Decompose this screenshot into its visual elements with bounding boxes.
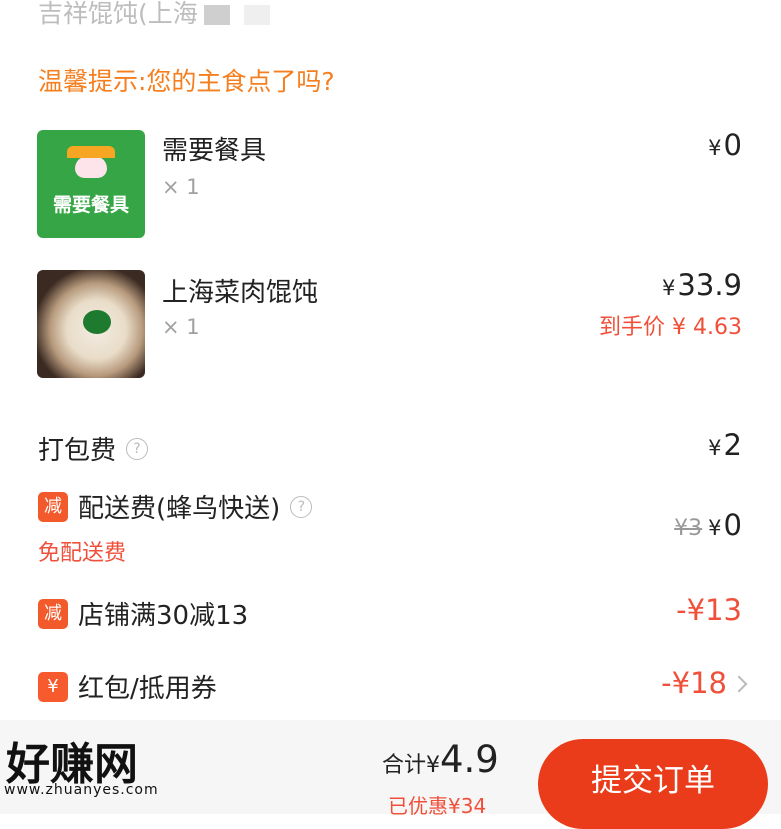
shop-name: 吉祥馄饨(上海: [38, 0, 270, 30]
help-icon[interactable]: ?: [290, 495, 313, 518]
store-discount-row: 减 店铺满30减13: [38, 595, 248, 632]
packing-fee-label: 打包费: [38, 436, 117, 466]
item-qty: × 1: [162, 175, 200, 199]
net-price: 到手价 ¥ 4.63: [599, 315, 742, 340]
item-price: ¥0: [708, 128, 742, 162]
mascot-icon: [67, 146, 115, 178]
watermark-url: www.zhuanyes.com: [4, 782, 159, 798]
redaction-mask: [243, 5, 270, 25]
red-packet-label: 红包/抵用券: [78, 674, 217, 704]
discount-badge-icon: 减: [38, 598, 68, 629]
redaction-mask: [203, 5, 230, 25]
tableware-image-label: 需要餐具: [52, 194, 129, 216]
delivery-fee-amount: ¥3 ¥0: [674, 508, 742, 542]
item-name: 需要餐具: [162, 136, 267, 166]
wonton-image: [37, 270, 145, 378]
delivery-fee-row: 减 配送费(蜂鸟快送) ?: [38, 488, 313, 525]
coupon-badge-icon: ¥: [38, 671, 68, 702]
total-amount: 4.9: [440, 738, 499, 781]
original-delivery-fee: ¥3: [674, 516, 703, 541]
saved-amount: 已优惠¥34: [388, 794, 487, 818]
item-price: ¥33.9: [662, 268, 742, 302]
tableware-image: 需要餐具: [37, 130, 145, 238]
submit-order-button[interactable]: 提交订单: [538, 739, 768, 829]
discount-badge-icon: 减: [38, 491, 68, 522]
order-total: 合计¥ 4.9: [382, 738, 499, 781]
delivery-fee-label: 配送费(蜂鸟快送): [78, 494, 281, 524]
red-packet-amount[interactable]: -¥18: [661, 666, 748, 700]
item-qty: × 1: [162, 315, 200, 339]
help-icon[interactable]: ?: [126, 437, 149, 460]
store-discount-label: 店铺满30减13: [78, 601, 249, 631]
free-delivery-note: 免配送费: [38, 541, 127, 566]
red-packet-row[interactable]: ¥ 红包/抵用券: [38, 668, 217, 705]
tip-text: 温馨提示:您的主食点了吗?: [38, 67, 335, 96]
item-name: 上海菜肉馄饨: [162, 278, 319, 308]
chevron-right-icon: [730, 675, 748, 693]
packing-fee-row: 打包费 ?: [38, 430, 149, 467]
garnish-icon: [83, 310, 111, 334]
store-discount-amount: -¥13: [676, 593, 742, 627]
packing-fee-amount: ¥2: [708, 428, 742, 462]
total-label: 合计¥: [382, 753, 440, 778]
